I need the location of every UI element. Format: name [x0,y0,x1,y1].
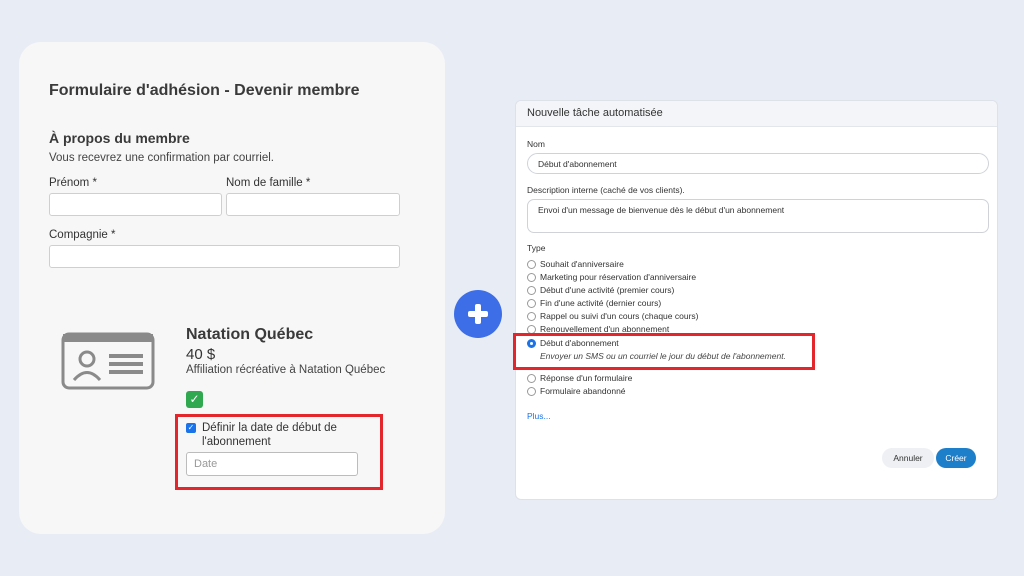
first-name-input[interactable] [49,193,222,216]
radio-button[interactable] [527,299,536,308]
plus-icon [454,290,502,338]
description-textarea[interactable]: Envoi d'un message de bienvenue dès le d… [527,199,989,233]
first-name-label: Prénom * [49,177,97,189]
start-date-checkbox[interactable]: ✓ [186,423,196,433]
section-title: À propos du membre [49,130,190,146]
radio-button[interactable] [527,273,536,282]
product-name: Natation Québec [186,326,314,343]
product-price: 40 $ [186,346,216,363]
radio-button[interactable] [527,260,536,269]
automated-task-dialog: Nouvelle tâche automatisée Nom Début d'a… [515,100,998,500]
type-label: Type [527,243,546,253]
dialog-title: Nouvelle tâche automatisée [527,107,663,119]
check-icon[interactable]: ✓ [186,391,203,408]
radio-button[interactable] [527,286,536,295]
radio-button[interactable] [527,312,536,321]
last-name-label: Nom de famille * [226,177,311,189]
name-label: Nom [527,139,545,149]
create-button[interactable]: Créer [936,448,976,468]
last-name-input[interactable] [226,193,400,216]
radio-button[interactable] [527,387,536,396]
radio-button[interactable] [527,374,536,383]
membership-form-card: Formulaire d'adhésion - Devenir membre À… [19,42,445,534]
company-label: Compagnie * [49,229,116,241]
more-link[interactable]: Plus... [527,411,551,421]
date-input[interactable]: Date [186,452,358,476]
dialog-header: Nouvelle tâche automatisée [516,101,997,127]
start-date-checkbox-label: Définir la date de début de l'abonnement [202,422,337,448]
form-title: Formulaire d'adhésion - Devenir membre [49,82,360,99]
selected-option-highlight [513,333,815,370]
id-card-icon [61,332,155,390]
product-description: Affiliation récréative à Natation Québec [186,364,386,376]
description-label: Description interne (caché de vos client… [527,185,685,195]
name-input[interactable]: Début d'abonnement [527,153,989,174]
section-subtitle: Vous recevrez une confirmation par courr… [49,152,274,164]
cancel-button[interactable]: Annuler [882,448,934,468]
company-input[interactable] [49,245,400,268]
